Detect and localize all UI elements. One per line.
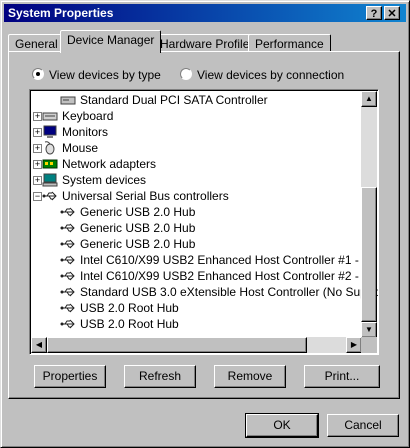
refresh-button[interactable]: Refresh	[124, 365, 196, 388]
title-bar[interactable]: System Properties ? ✕	[4, 4, 406, 22]
scrollbar-corner	[361, 337, 377, 353]
tree-item-label: Network adapters	[62, 157, 157, 171]
properties-button[interactable]: Properties	[34, 365, 106, 388]
scroll-up-button[interactable]: ▲	[361, 91, 377, 107]
usb-icon	[60, 301, 76, 315]
vertical-scroll-thumb[interactable]	[361, 187, 377, 322]
tab-general[interactable]: General	[8, 34, 65, 52]
usb-icon	[60, 237, 76, 251]
horizontal-scroll-thumb[interactable]	[47, 337, 307, 353]
cancel-button[interactable]: Cancel	[327, 414, 399, 437]
window-title: System Properties	[8, 6, 114, 20]
mouse-icon	[42, 141, 58, 155]
view-by-connection-label: View devices by connection	[197, 68, 345, 82]
view-by-type-label: View devices by type	[49, 68, 161, 82]
expand-toggle[interactable]: +	[33, 128, 42, 137]
tree-item-label: Monitors	[62, 125, 109, 139]
tree-item-label: Keyboard	[62, 109, 114, 123]
collapse-toggle[interactable]: −	[33, 192, 42, 201]
horizontal-scrollbar[interactable]: ◀ ▶	[31, 337, 362, 353]
network-card-icon	[42, 157, 58, 171]
monitor-icon	[42, 125, 58, 139]
radio-empty-dot	[180, 68, 192, 80]
usb-icon	[60, 317, 76, 331]
usb-icon	[60, 269, 76, 283]
tree-item-label: System devices	[62, 173, 147, 187]
usb-icon	[60, 253, 76, 267]
tree-item-label: Generic USB 2.0 Hub	[80, 205, 196, 219]
usb-icon	[60, 221, 76, 235]
tab-performance[interactable]: Performance	[248, 34, 331, 52]
tree-item-label: Intel C610/X99 USB2 Enhanced Host Contro…	[80, 253, 379, 267]
expand-toggle[interactable]: +	[33, 144, 42, 153]
scroll-left-button[interactable]: ◀	[31, 337, 47, 353]
tab-device-manager[interactable]: Device Manager	[60, 30, 162, 53]
tab-hardware-profiles[interactable]: Hardware Profiles	[153, 34, 263, 52]
usb-icon	[42, 189, 58, 203]
tree-item-label: USB 2.0 Root Hub	[80, 317, 179, 331]
close-button[interactable]: ✕	[384, 6, 400, 20]
tree-item-label: Standard USB 3.0 eXtensible Host Control…	[80, 285, 379, 299]
expand-toggle[interactable]: +	[33, 176, 42, 185]
tree-item-label: Generic USB 2.0 Hub	[80, 221, 196, 235]
computer-icon	[42, 173, 58, 187]
help-button[interactable]: ?	[366, 6, 382, 20]
expand-toggle[interactable]: +	[33, 112, 42, 121]
drive-controller-icon	[60, 93, 76, 107]
tree-item-label: Mouse	[62, 141, 99, 155]
keyboard-icon	[42, 109, 58, 123]
tree-item-label: Standard Dual PCI SATA Controller	[80, 93, 268, 107]
radio-selected-dot	[32, 68, 44, 80]
device-tree[interactable]: Standard Dual PCI SATA Controller + Keyb…	[29, 89, 379, 355]
usb-icon	[60, 285, 76, 299]
expand-toggle[interactable]: +	[33, 160, 42, 169]
usb-icon	[60, 205, 76, 219]
scroll-down-button[interactable]: ▼	[361, 322, 377, 338]
print-button[interactable]: Print...	[304, 365, 380, 388]
tree-item-label: USB 2.0 Root Hub	[80, 301, 179, 315]
remove-button[interactable]: Remove	[214, 365, 286, 388]
tree-item-label: Generic USB 2.0 Hub	[80, 237, 196, 251]
ok-button[interactable]: OK	[245, 413, 319, 438]
tree-item-label: Intel C610/X99 USB2 Enhanced Host Contro…	[80, 269, 379, 283]
tree-item-label: Universal Serial Bus controllers	[62, 189, 229, 203]
scroll-right-button[interactable]: ▶	[346, 337, 362, 353]
vertical-scrollbar[interactable]: ▲ ▼	[361, 91, 377, 338]
